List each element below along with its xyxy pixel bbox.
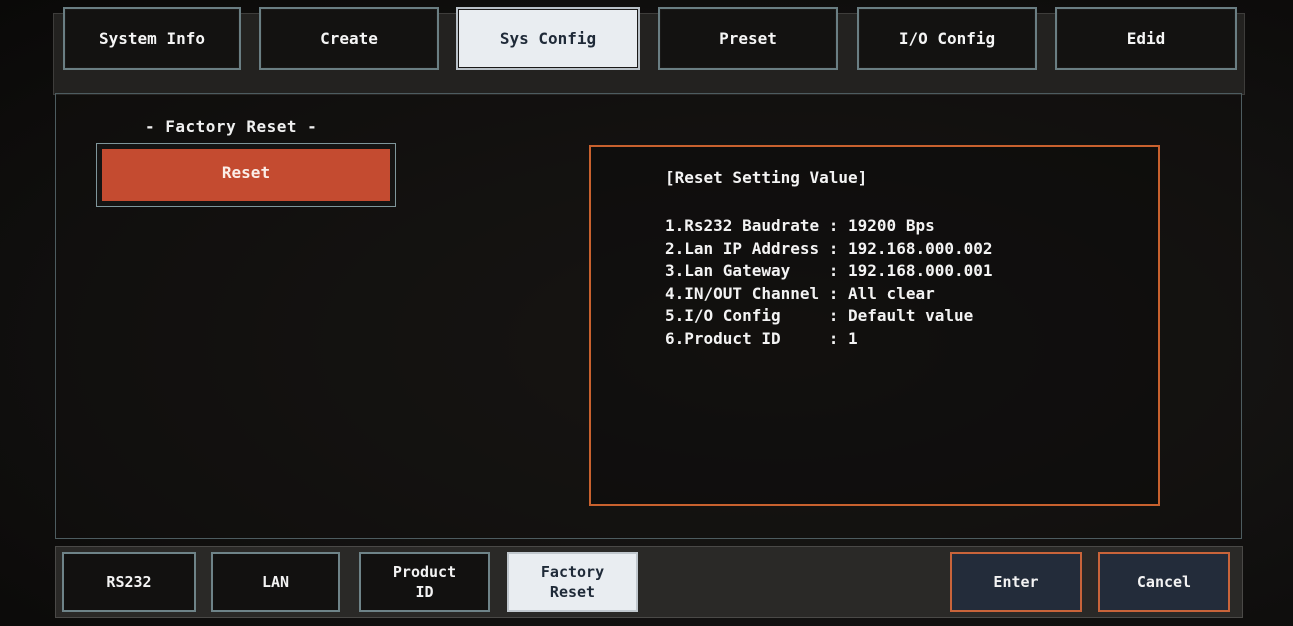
reset-button-label: Reset	[221, 163, 271, 182]
list-item: 2.Lan IP Address : 192.168.000.002	[665, 238, 993, 258]
subtab-label: RS232	[106, 573, 152, 591]
subtab-product-id[interactable]: Product ID	[359, 552, 490, 612]
enter-button-label: Enter	[993, 573, 1039, 591]
tab-label: Create	[320, 29, 378, 48]
list-item: 6.Product ID : 1	[665, 328, 858, 348]
factory-reset-title: - Factory Reset -	[145, 117, 318, 136]
subtab-label: Product ID	[392, 563, 457, 601]
reset-button[interactable]: Reset	[96, 143, 396, 207]
tab-sys-config[interactable]: Sys Config	[456, 7, 640, 70]
subtab-rs232[interactable]: RS232	[62, 552, 196, 612]
tab-label: Sys Config	[499, 29, 597, 48]
list-item: 3.Lan Gateway : 192.168.000.001	[665, 261, 993, 280]
subtab-label: LAN	[261, 573, 290, 591]
tab-label: Edid	[1126, 29, 1166, 48]
cancel-button-label: Cancel	[1136, 573, 1192, 591]
list-item: 4.IN/OUT Channel : All clear	[665, 283, 935, 303]
reset-values-heading: [Reset Setting Value]	[665, 168, 868, 187]
tab-create[interactable]: Create	[259, 7, 439, 70]
tab-preset[interactable]: Preset	[658, 7, 838, 70]
tab-label: Preset	[719, 29, 777, 48]
subtab-lan[interactable]: LAN	[211, 552, 340, 612]
subtab-label: Factory Reset	[540, 563, 605, 601]
list-item: 1.Rs232 Baudrate : 19200 Bps	[665, 216, 935, 235]
cancel-button[interactable]: Cancel	[1098, 552, 1230, 612]
tab-label: I/O Config	[898, 29, 996, 48]
tab-system-info[interactable]: System Info	[63, 7, 241, 70]
reset-button-face: Reset	[102, 149, 390, 201]
subtab-factory-reset[interactable]: Factory Reset	[507, 552, 638, 612]
tab-edid[interactable]: Edid	[1055, 7, 1237, 70]
reset-values-list: 1.Rs232 Baudrate : 19200 Bps 2.Lan IP Ad…	[665, 215, 993, 350]
list-item: 5.I/O Config : Default value	[665, 306, 974, 325]
enter-button[interactable]: Enter	[950, 552, 1082, 612]
touch-panel-screen: System Info Create Sys Config Preset I/O…	[0, 0, 1293, 626]
tab-label: System Info	[99, 29, 205, 48]
tab-io-config[interactable]: I/O Config	[857, 7, 1037, 70]
